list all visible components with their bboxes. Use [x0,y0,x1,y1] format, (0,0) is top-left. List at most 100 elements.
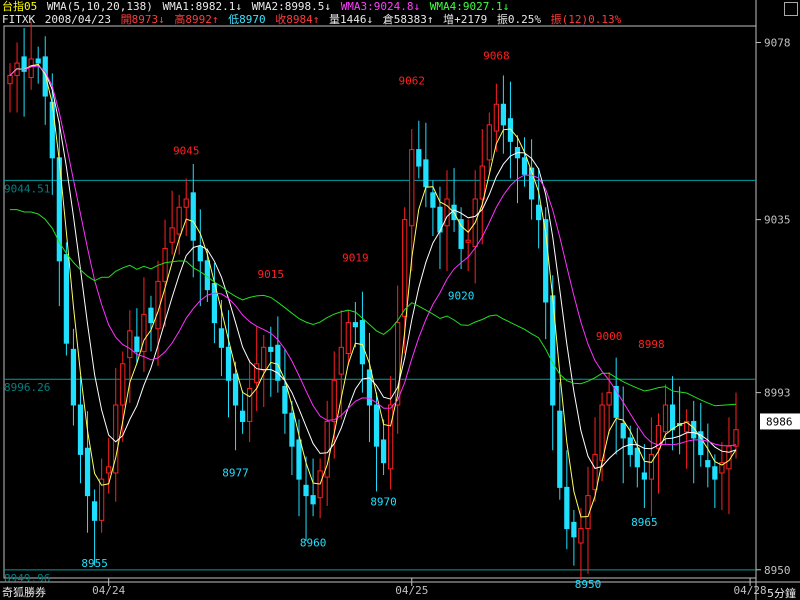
candle-body [261,346,267,371]
candle-body [120,363,126,406]
price-annotation: 8955 [81,557,108,570]
candle-body [232,373,239,406]
candle-body [599,404,605,462]
candle-body [70,348,77,406]
candle-body [310,495,316,505]
price-annotation: 8998 [638,338,665,351]
price-annotation: 9062 [399,74,426,87]
candle-body [218,328,225,348]
candle-body [35,58,41,64]
candle-body [352,322,358,328]
candle-body [712,466,718,480]
candle-body [592,453,598,490]
candle-body [7,74,13,85]
price-annotation: 9068 [483,50,510,63]
candle-body [268,346,274,352]
candle-body [176,206,182,235]
y-tick-label: 8993 [764,387,791,400]
brand-label: 奇狐勝券 [2,586,46,599]
candle-body [409,149,415,227]
candle-body [183,198,189,208]
candle-body [331,379,337,422]
price-annotation: 8970 [370,495,397,508]
reference-label: 8949.96 [4,572,50,585]
y-tick-label: 9078 [764,36,791,49]
candle-body [557,410,563,488]
y-tick-label: 8950 [764,564,791,577]
candle-body [169,227,175,243]
candle-body [662,404,669,433]
candle-body [521,157,528,175]
candle-body [380,439,387,464]
candle-body [373,404,380,447]
candle-body [148,307,154,324]
candle-body [571,521,577,538]
price-annotation: 9015 [258,268,285,281]
candlestick-chart[interactable]: 9044.51 8996.26 8949.96 9078 9035 8993 8950 898… [0,0,800,600]
candle-body [402,219,408,317]
x-tick-label: 04/25 [395,584,428,597]
last-price-label: 8986 [766,415,793,428]
candle-body [620,423,626,439]
candle-body [627,437,633,455]
candle-body [444,198,450,227]
wma1-line [9,63,737,518]
candle-body [282,385,288,414]
candle-body [465,239,471,243]
price-annotation: 8965 [631,516,658,529]
candle-body [423,159,429,188]
candle-body [641,472,647,480]
candle-body [225,346,232,381]
price-annotation: 9019 [342,252,369,265]
candle-body [63,254,70,344]
candle-body [247,388,253,422]
candle-body [49,101,55,159]
reference-label: 8996.26 [4,381,50,394]
x-tick-label: 04/28 [734,584,767,597]
candle-body [388,404,394,470]
interval-label: 5分鐘 [767,587,796,600]
price-annotation: 9000 [596,330,623,343]
candle-body [91,501,98,521]
candle-body [77,404,84,455]
price-annotation: 8977 [222,467,249,480]
candle-body [669,404,676,431]
candle-body [493,103,499,132]
wma4-line [10,209,737,407]
candle-body [416,149,422,167]
candle-body [359,320,366,365]
x-tick-label: 04/24 [92,584,125,597]
candle-body [479,165,485,200]
reference-label: 9044.51 [4,182,50,195]
candle-body [345,322,351,354]
candle-body [606,392,612,406]
candle-body [197,245,203,262]
candle-body [536,204,542,221]
wma3-line [9,65,737,447]
candle-body [134,336,140,352]
candle-body [190,192,196,241]
y-tick-label: 9035 [764,214,791,227]
price-annotation: 9020 [448,289,475,302]
window-toggle-button[interactable] [784,2,798,16]
candle-body [500,103,507,126]
candle-body [162,247,168,282]
candle-body [303,484,309,497]
candle-body [648,453,655,480]
chart-window: 台指05 WMA(5,10,20,138) WMA1:8982.1↓ WMA2:… [0,0,800,600]
candle-body [578,528,584,544]
candle-body [564,486,570,530]
price-annotation: 8950 [575,578,602,591]
candle-body [84,447,91,497]
candle-body [106,466,112,474]
price-annotation: 8960 [300,537,327,550]
candle-body [507,118,514,142]
price-annotation: 9045 [173,144,200,157]
candle-body [338,346,344,375]
candle-body [486,124,492,161]
candle-body [28,58,34,78]
candle-body [127,330,133,359]
candle-body [289,412,295,447]
candle-body [239,410,246,422]
candle-body [705,460,711,468]
